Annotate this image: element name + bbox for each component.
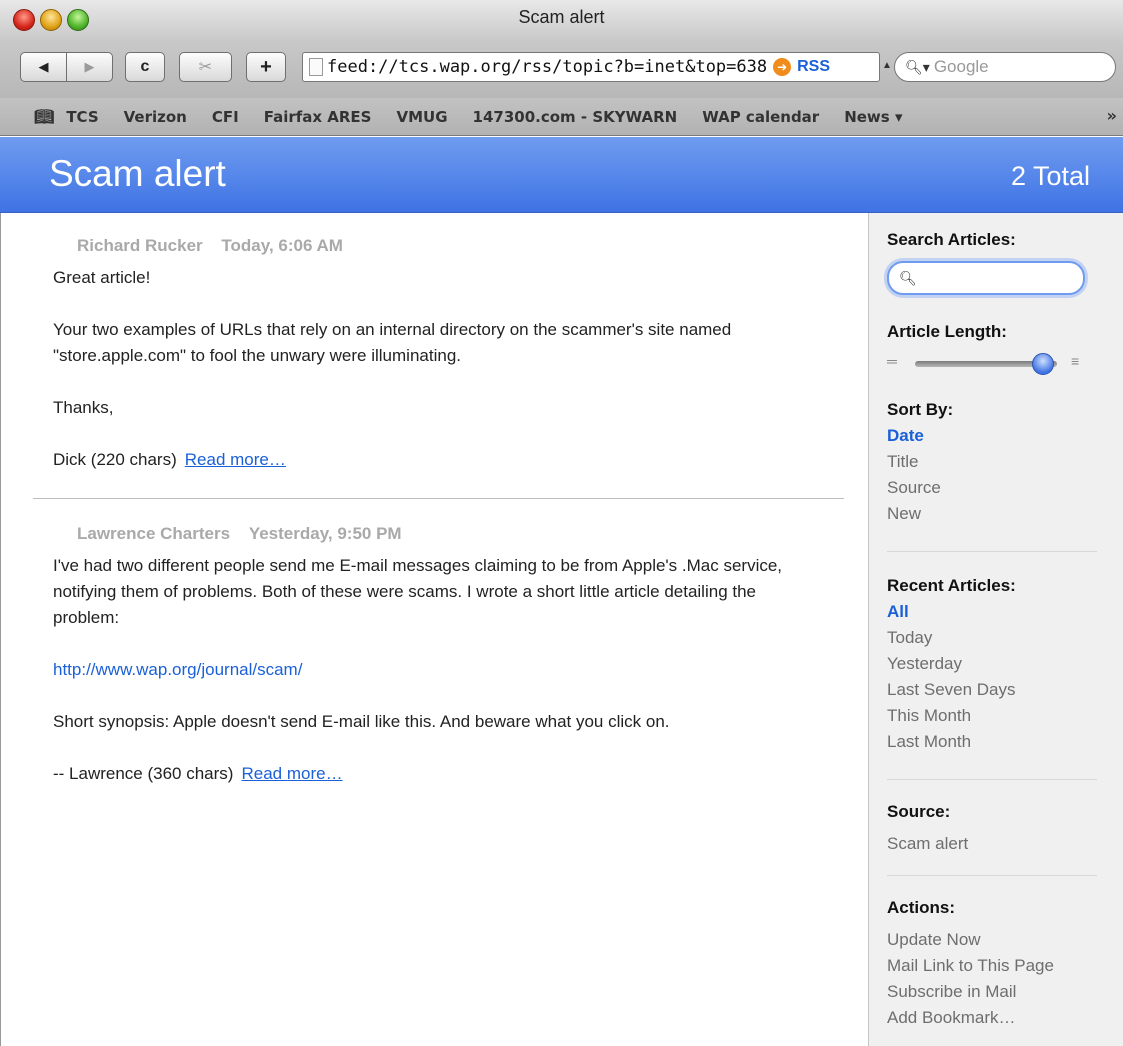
recent-option-today[interactable]: Today xyxy=(887,625,1107,651)
rss-button[interactable]: RSS xyxy=(797,58,830,76)
article-paragraph: Your two examples of URLs that rely on a… xyxy=(53,320,732,365)
update-now-link[interactable]: Update Now xyxy=(887,927,1107,953)
search-icon: 🔍︎ xyxy=(899,269,917,286)
read-more-link[interactable]: Read more… xyxy=(185,450,286,469)
rss-icon[interactable]: ➜ xyxy=(773,58,792,76)
recent-option-last-month[interactable]: Last Month xyxy=(887,729,1107,755)
reload-button[interactable]: c xyxy=(125,52,165,82)
sidebar-separator xyxy=(887,551,1097,552)
address-bar[interactable]: feed://tcs.wap.org/rss/topic?b=inet&top=… xyxy=(302,52,880,82)
address-dropdown-icon[interactable]: ▲ xyxy=(882,60,892,71)
article-divider xyxy=(33,498,844,499)
sort-option-title[interactable]: Title xyxy=(887,449,1107,475)
article-list: Richard Rucker Today, 6:06 AM Great arti… xyxy=(0,213,868,1046)
sort-option-source[interactable]: Source xyxy=(887,475,1107,501)
feed-header: Scam alert 2 Total xyxy=(0,137,1123,213)
article-paragraph: Thanks, xyxy=(53,398,114,417)
feed-title: Scam alert xyxy=(49,153,226,194)
article-date: Today, 6:06 AM xyxy=(221,236,343,255)
bookmark-item[interactable]: Fairfax ARES xyxy=(264,108,372,126)
short-length-icon: ═ xyxy=(887,353,897,369)
article-author: Lawrence Charters xyxy=(77,524,231,543)
add-bookmark-link[interactable]: Add Bookmark… xyxy=(887,1005,1107,1031)
article-meta: Lawrence Charters Yesterday, 9:50 PM xyxy=(77,521,813,547)
article-length-slider[interactable]: ═ ≡ xyxy=(887,353,1097,375)
article-length-heading: Article Length: xyxy=(887,322,1007,341)
search-field[interactable]: 🔍︎▾ Google xyxy=(894,52,1116,82)
page-icon xyxy=(309,58,323,76)
reload-icon: c xyxy=(140,58,150,75)
open-book-icon[interactable]: 📖︎ xyxy=(34,107,54,126)
window-title: Scam alert xyxy=(518,7,605,27)
bookmark-item[interactable]: CFI xyxy=(212,108,239,126)
sort-option-new[interactable]: New xyxy=(887,501,1107,527)
slider-thumb[interactable] xyxy=(1031,353,1054,375)
read-more-link[interactable]: Read more… xyxy=(241,764,342,783)
back-forward-group: ◀ ▶ xyxy=(20,52,113,82)
sort-by-heading: Sort By: xyxy=(887,400,954,419)
search-placeholder: Google xyxy=(933,57,989,76)
address-text: feed://tcs.wap.org/rss/topic?b=inet&top=… xyxy=(327,57,768,77)
plus-icon: + xyxy=(260,55,272,78)
recent-option-last-seven-days[interactable]: Last Seven Days xyxy=(887,677,1107,703)
long-length-icon: ≡ xyxy=(1071,353,1080,369)
article-paragraph: I've had two different people send me E-… xyxy=(53,556,783,627)
recent-option-yesterday[interactable]: Yesterday xyxy=(887,651,1107,677)
article-paragraph: Short synopsis: Apple doesn't send E-mai… xyxy=(53,712,670,731)
forward-button[interactable]: ▶ xyxy=(66,53,112,81)
sidebar-separator xyxy=(887,875,1097,876)
source-option[interactable]: Scam alert xyxy=(887,831,1107,857)
search-icon: 🔍︎▾ xyxy=(905,58,930,75)
mail-link-link[interactable]: Mail Link to This Page xyxy=(887,953,1107,979)
bookmark-item[interactable]: TCS xyxy=(66,108,98,126)
search-articles-heading: Search Articles: xyxy=(887,230,1016,249)
snip-icon: ✂ xyxy=(198,59,213,76)
article-count: 2 Total xyxy=(1010,161,1090,191)
bookmark-item[interactable]: 147300.com - SKYWARN xyxy=(473,108,678,126)
recent-option-all[interactable]: All xyxy=(887,599,1107,625)
bookmarks-bar: 📖︎ TCS Verizon CFI Fairfax ARES VMUG 147… xyxy=(0,98,1123,136)
bookmark-item[interactable]: Verizon xyxy=(124,108,187,126)
article: Richard Rucker Today, 6:06 AM Great arti… xyxy=(53,233,813,499)
back-button[interactable]: ◀ xyxy=(21,53,66,81)
recent-articles-heading: Recent Articles: xyxy=(887,576,1016,595)
title-bar: Scam alert xyxy=(0,0,1123,42)
bookmark-item[interactable]: VMUG xyxy=(397,108,448,126)
more-bookmarks-icon[interactable]: » xyxy=(1107,106,1117,125)
article-paragraph: Great article! xyxy=(53,268,151,287)
snip-button[interactable]: ✂ xyxy=(179,52,232,82)
add-bookmark-button[interactable]: + xyxy=(246,52,286,82)
bookmark-item[interactable]: WAP calendar xyxy=(702,108,819,126)
article-author: Richard Rucker xyxy=(77,236,203,255)
article: Lawrence Charters Yesterday, 9:50 PM I'v… xyxy=(53,521,813,813)
actions-heading: Actions: xyxy=(887,898,955,917)
subscribe-in-mail-link[interactable]: Subscribe in Mail xyxy=(887,979,1107,1005)
article-closing: -- Lawrence (360 chars) xyxy=(53,764,234,783)
sidebar-separator xyxy=(887,779,1097,780)
article-closing: Dick (220 chars) xyxy=(53,450,177,469)
bookmark-folder-news[interactable]: News ▾ xyxy=(844,108,902,126)
article-date: Yesterday, 9:50 PM xyxy=(248,524,402,543)
toolbar: ◀ ▶ c ✂ + feed://tcs.wap.org/rss/topic?b… xyxy=(0,42,1123,98)
recent-option-this-month[interactable]: This Month xyxy=(887,703,1107,729)
source-heading: Source: xyxy=(887,802,951,821)
sidebar: Search Articles: 🔍︎ Article Length: ═ ≡ … xyxy=(868,213,1123,1046)
article-search-input[interactable]: 🔍︎ xyxy=(887,261,1085,295)
article-link[interactable]: http://www.wap.org/journal/scam/ xyxy=(53,660,302,679)
sort-option-date[interactable]: Date xyxy=(887,423,1107,449)
article-meta: Richard Rucker Today, 6:06 AM xyxy=(77,233,813,259)
